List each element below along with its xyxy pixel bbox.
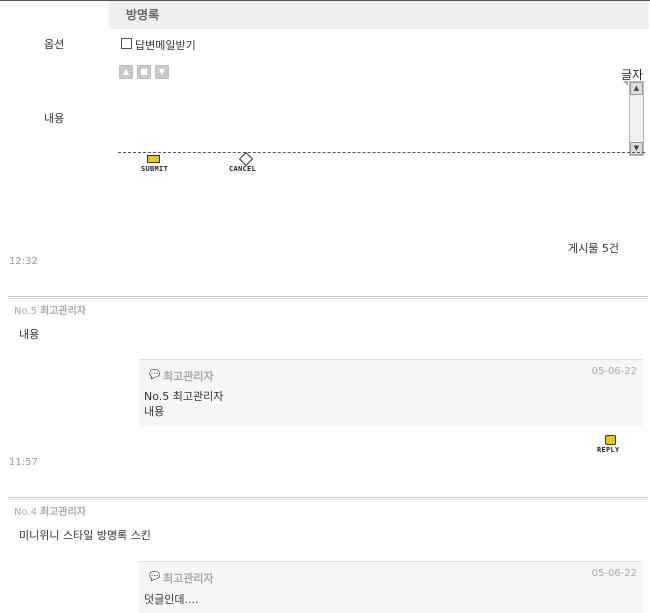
post-number: No.5: [14, 306, 37, 317]
email-reply-checkbox[interactable]: [121, 38, 132, 49]
post-number: No.4: [14, 507, 37, 518]
comment-line: 덧글인데....: [144, 593, 199, 606]
content-scrollbar[interactable]: ▲ ▼: [629, 81, 644, 156]
reply-button[interactable]: REPLY: [597, 435, 627, 457]
square-icon: ■: [140, 67, 148, 76]
post-count: 게시물 5건: [568, 242, 619, 255]
post-divider: [8, 499, 648, 500]
comment-author: 최고관리자: [163, 370, 214, 383]
post-content: 내용: [19, 328, 40, 341]
resize-corner-icon: [623, 81, 628, 86]
comment-box: 💬 최고관리자 05-06-22 No.5 최고관리자 내용: [139, 359, 643, 426]
post-time: 12:32: [9, 256, 38, 267]
post-content: 미니위니 스타일 방명록 스킨: [19, 529, 151, 542]
eraser-icon: [238, 151, 254, 167]
submit-label: SUBMIT: [141, 165, 169, 173]
comment-line: No.5 최고관리자: [144, 390, 224, 403]
header-bar: [109, 1, 649, 29]
comment-box: 💬 최고관리자 05-06-22 덧글인데....: [139, 561, 643, 613]
content-label: 내용: [44, 112, 65, 125]
arrow-up-icon: ▲: [122, 67, 130, 76]
comment-author: 최고관리자: [163, 572, 214, 585]
post-time: 11:57: [9, 457, 38, 468]
post-divider: [8, 296, 648, 297]
reply-label: REPLY: [597, 446, 620, 454]
comment-date: 05-06-22: [591, 568, 637, 579]
cancel-button[interactable]: CANCEL: [229, 151, 259, 175]
post-divider: [8, 497, 648, 498]
speech-bubble-icon: 💬: [149, 370, 161, 380]
comment-line: 내용: [144, 405, 165, 418]
post-divider: [8, 298, 648, 299]
post-author[interactable]: 최고관리자: [40, 306, 86, 317]
move-up-button[interactable]: ▲: [119, 65, 133, 79]
arrow-down-icon: ▼: [158, 67, 166, 76]
stop-button[interactable]: ■: [137, 65, 151, 79]
reply-icon: [605, 435, 616, 445]
email-reply-label: 답변메일받기: [135, 39, 196, 52]
scroll-down-icon[interactable]: ▼: [630, 142, 643, 155]
page-title: 방명록: [126, 8, 160, 22]
submit-icon: [147, 155, 160, 163]
speech-bubble-icon: 💬: [149, 572, 161, 582]
post-header: No.4 최고관리자: [14, 503, 86, 518]
post-header: No.5 최고관리자: [14, 302, 86, 317]
submit-button[interactable]: SUBMIT: [141, 155, 171, 175]
cancel-label: CANCEL: [229, 165, 257, 173]
move-down-button[interactable]: ▼: [155, 65, 169, 79]
textarea-bottom-divider: [118, 152, 645, 153]
post-author[interactable]: 최고관리자: [40, 507, 86, 518]
scroll-up-icon[interactable]: ▲: [630, 82, 643, 95]
option-label: 옵션: [44, 38, 65, 51]
comment-date: 05-06-22: [591, 366, 637, 377]
